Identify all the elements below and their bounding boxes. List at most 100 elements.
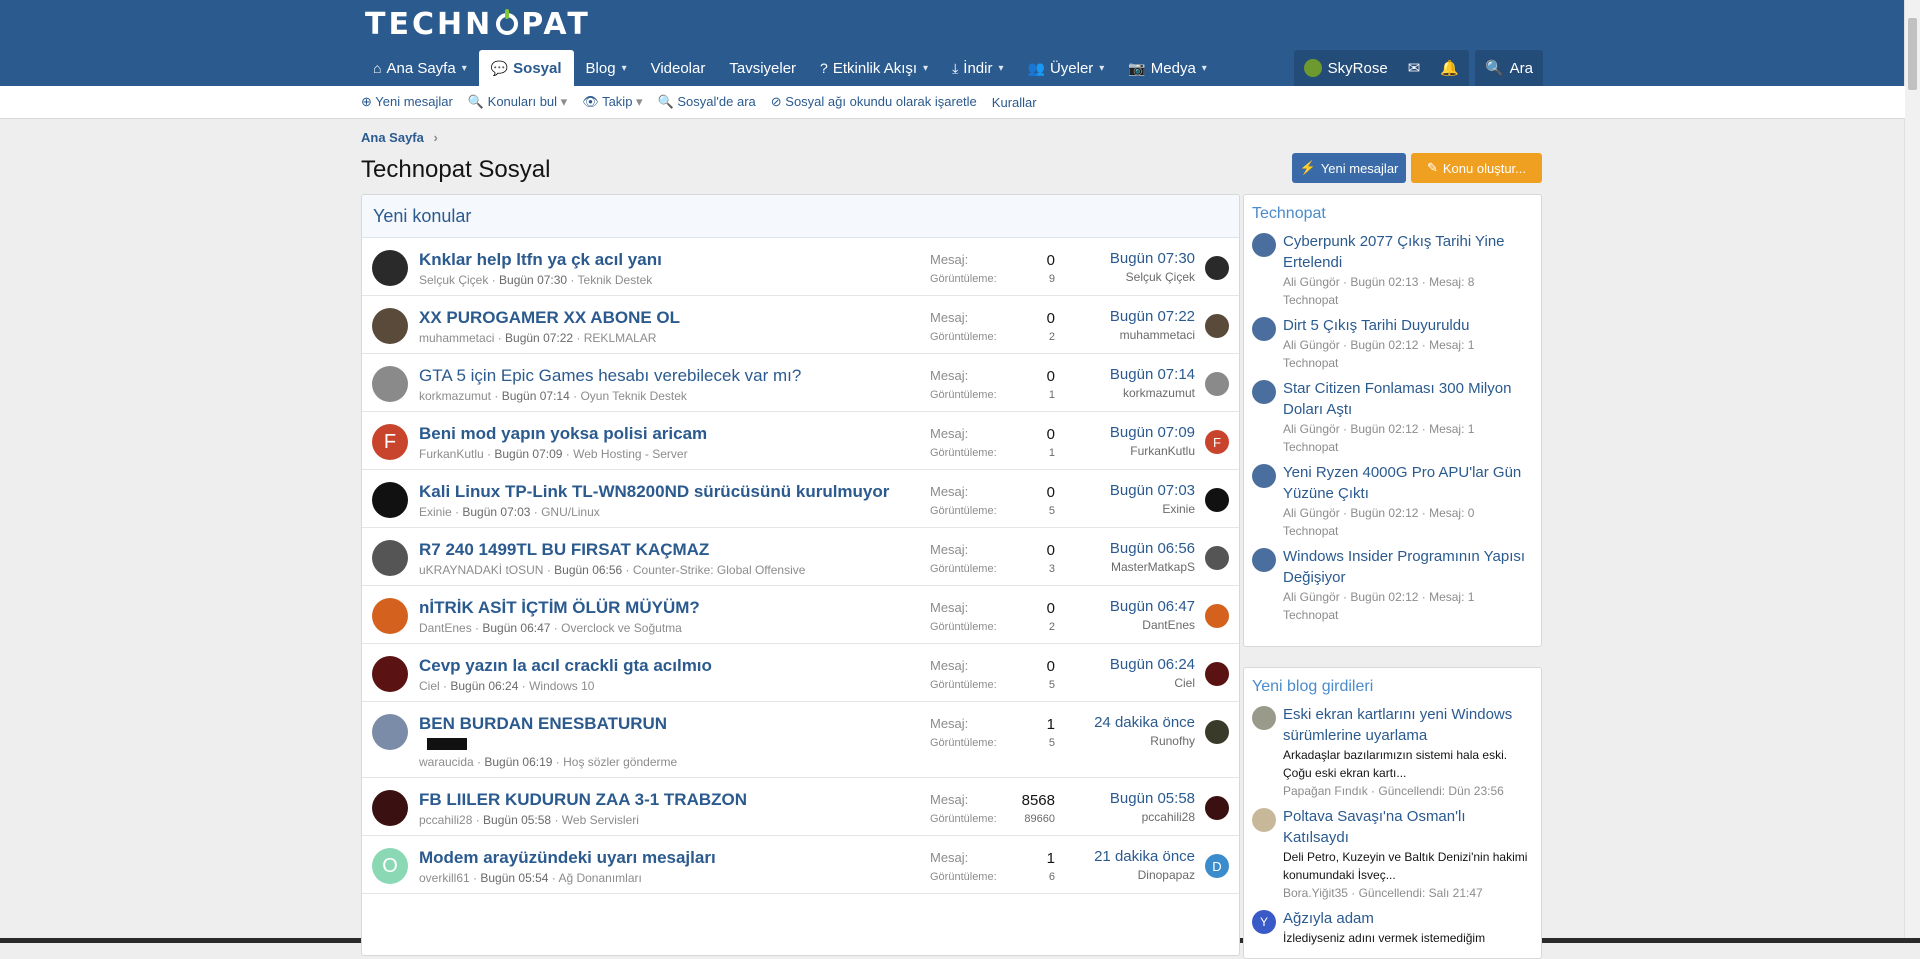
thread-avatar[interactable] — [372, 790, 408, 826]
subnav-item-3[interactable]: 🔍 Sosyal'de ara — [658, 94, 756, 110]
nav-item-4[interactable]: Tavsiyeler — [717, 50, 808, 86]
news-title[interactable]: Windows Insider Programının Yapısı Değiş… — [1283, 546, 1533, 588]
subnav-item-0[interactable]: ⊕ Yeni mesajlar — [361, 94, 453, 110]
blog-title[interactable]: Ağzıyla adam — [1283, 908, 1485, 929]
bell-icon[interactable]: 🔔 — [1430, 50, 1469, 86]
thread-author[interactable]: DantEnes — [419, 621, 472, 635]
last-poster-avatar[interactable] — [1205, 796, 1229, 820]
last-post-user[interactable]: muhammetaci — [1055, 328, 1195, 342]
last-poster-avatar[interactable] — [1205, 488, 1229, 512]
last-poster-avatar[interactable] — [1205, 546, 1229, 570]
last-post-user[interactable]: FurkanKutlu — [1055, 444, 1195, 458]
last-poster-avatar[interactable]: F — [1205, 430, 1229, 454]
subnav-item-5[interactable]: Kurallar — [992, 95, 1037, 110]
thread-avatar[interactable]: F — [372, 424, 408, 460]
thread-forum[interactable]: Hoş sözler gönderme — [563, 755, 677, 769]
thread-avatar[interactable] — [372, 714, 408, 750]
chevron-down-icon[interactable]: ▾ — [632, 94, 643, 109]
thread-forum[interactable]: Oyun Teknik Destek — [580, 389, 687, 403]
inbox-icon[interactable]: ✉ — [1398, 50, 1431, 86]
thread-author[interactable]: Selçuk Çiçek — [419, 273, 488, 287]
thread-title[interactable]: Kali Linux TP-Link TL-WN8200ND sürücüsün… — [419, 480, 930, 503]
news-forum[interactable]: Technopat — [1283, 354, 1474, 372]
last-post-time[interactable]: 24 dakika önce — [1055, 714, 1195, 731]
chevron-down-icon[interactable]: ▾ — [998, 63, 1003, 74]
chevron-down-icon[interactable]: ▾ — [622, 63, 627, 74]
thread-forum[interactable]: Windows 10 — [529, 679, 594, 693]
thread-author[interactable]: Exinie — [419, 505, 452, 519]
news-title[interactable]: Star Citizen Fonlaması 300 Milyon Doları… — [1283, 378, 1533, 420]
thread-title[interactable]: Cevp yazın la acıl crackli gta acılmıo — [419, 654, 930, 677]
news-avatar[interactable] — [1252, 317, 1276, 341]
thread-title[interactable]: Beni mod yapın yoksa polisi aricam — [419, 422, 930, 445]
news-title[interactable]: Cyberpunk 2077 Çıkış Tarihi Yine Ertelen… — [1283, 231, 1533, 273]
thread-avatar[interactable] — [372, 250, 408, 286]
last-poster-avatar[interactable] — [1205, 604, 1229, 628]
subnav-item-4[interactable]: ⊘ Sosyal ağı okundu olarak işaretle — [771, 94, 977, 110]
chevron-down-icon[interactable]: ▾ — [557, 94, 568, 109]
last-post-time[interactable]: Bugün 07:03 — [1055, 482, 1195, 499]
thread-author[interactable]: waraucida — [419, 755, 474, 769]
thread-avatar[interactable] — [372, 308, 408, 344]
subnav-item-1[interactable]: 🔍 Konuları bul ▾ — [468, 94, 567, 110]
last-post-user[interactable]: korkmazumut — [1055, 386, 1195, 400]
last-post-time[interactable]: Bugün 07:30 — [1055, 250, 1195, 267]
last-post-user[interactable]: pccahili28 — [1055, 810, 1195, 824]
news-heading[interactable]: Technopat — [1244, 195, 1541, 231]
account-button[interactable]: SkyRose — [1294, 50, 1398, 86]
thread-author[interactable]: uKRAYNADAKİ tOSUN — [419, 563, 543, 577]
thread-forum[interactable]: Teknik Destek — [578, 273, 653, 287]
nav-item-2[interactable]: Blog ▾ — [574, 50, 639, 86]
thread-title[interactable]: GTA 5 için Epic Games hesabı verebilecek… — [419, 364, 930, 387]
blog-avatar[interactable] — [1252, 706, 1276, 730]
thread-forum[interactable]: Web Hosting - Server — [573, 447, 688, 461]
last-post-user[interactable]: Exinie — [1055, 502, 1195, 516]
thread-author[interactable]: korkmazumut — [419, 389, 491, 403]
thread-forum[interactable]: REKLMALAR — [584, 331, 657, 345]
thread-author[interactable]: muhammetaci — [419, 331, 494, 345]
blog-title[interactable]: Poltava Savaşı'na Osman'lı Katılsaydı — [1283, 806, 1533, 848]
breadcrumb-home[interactable]: Ana Sayfa — [361, 130, 424, 145]
nav-item-1[interactable]: 💬 Sosyal — [478, 50, 574, 86]
nav-item-6[interactable]: ⤓ İndir ▾ — [940, 50, 1015, 86]
nav-item-3[interactable]: Videolar — [639, 50, 718, 86]
new-posts-button[interactable]: ⚡ Yeni mesajlar — [1292, 153, 1406, 183]
subnav-item-2[interactable]: 👁 Takip ▾ — [582, 94, 642, 110]
thread-forum[interactable]: GNU/Linux — [541, 505, 600, 519]
news-forum[interactable]: Technopat — [1283, 291, 1533, 309]
news-avatar[interactable] — [1252, 380, 1276, 404]
thread-title[interactable]: XX PUROGAMER XX ABONE OL — [419, 306, 930, 329]
news-forum[interactable]: Technopat — [1283, 606, 1533, 624]
nav-item-7[interactable]: 👥 Üyeler ▾ — [1016, 50, 1117, 86]
thread-title[interactable]: nİTRİK ASİT İÇTİM ÖLÜR MÜYÜM? — [419, 596, 930, 619]
thread-avatar[interactable] — [372, 540, 408, 576]
thread-title[interactable]: R7 240 1499TL BU FIRSAT KAÇMAZ — [419, 538, 930, 561]
thread-author[interactable]: overkill61 — [419, 871, 470, 885]
last-poster-avatar[interactable] — [1205, 314, 1229, 338]
last-poster-avatar[interactable] — [1205, 662, 1229, 686]
news-avatar[interactable] — [1252, 464, 1276, 488]
last-poster-avatar[interactable] — [1205, 256, 1229, 280]
last-post-time[interactable]: Bugün 06:56 — [1055, 540, 1195, 557]
news-avatar[interactable] — [1252, 233, 1276, 257]
thread-avatar[interactable] — [372, 366, 408, 402]
search-button[interactable]: 🔍 Ara — [1475, 50, 1543, 86]
thread-author[interactable]: Ciel — [419, 679, 440, 693]
last-post-time[interactable]: Bugün 05:58 — [1055, 790, 1195, 807]
thread-author[interactable]: FurkanKutlu — [419, 447, 484, 461]
thread-forum[interactable]: Counter-Strike: Global Offensive — [633, 563, 806, 577]
chevron-down-icon[interactable]: ▾ — [1099, 63, 1104, 74]
thread-forum[interactable]: Overclock ve Soğutma — [561, 621, 682, 635]
news-title[interactable]: Yeni Ryzen 4000G Pro APU'lar Gün Yüzüne … — [1283, 462, 1533, 504]
thread-author[interactable]: pccahili28 — [419, 813, 472, 827]
last-post-user[interactable]: DantEnes — [1055, 618, 1195, 632]
news-title[interactable]: Dirt 5 Çıkış Tarihi Duyuruldu — [1283, 315, 1474, 336]
blog-heading[interactable]: Yeni blog girdileri — [1244, 668, 1541, 704]
blog-title[interactable]: Eski ekran kartlarını yeni Windows sürüm… — [1283, 704, 1533, 746]
last-poster-avatar[interactable] — [1205, 720, 1229, 744]
thread-avatar[interactable]: O — [372, 848, 408, 884]
last-post-user[interactable]: Runofhy — [1055, 734, 1195, 748]
breadcrumb[interactable]: Ana Sayfa › — [361, 130, 438, 145]
last-post-time[interactable]: Bugün 06:24 — [1055, 656, 1195, 673]
nav-item-0[interactable]: ⌂ Ana Sayfa ▾ — [361, 50, 479, 86]
